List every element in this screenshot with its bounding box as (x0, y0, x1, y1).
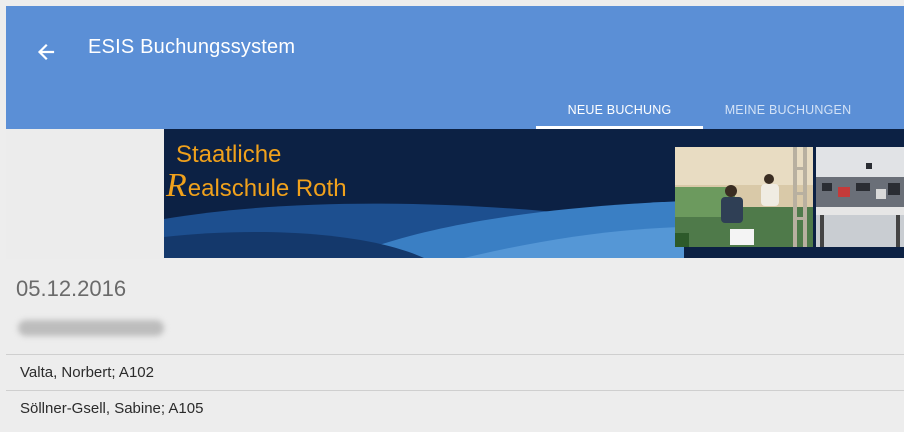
app-title: ESIS Buchungssystem (88, 36, 296, 58)
back-button[interactable] (28, 34, 64, 70)
lab-photo (816, 147, 904, 247)
school-name-rest: ealschule Roth (187, 175, 347, 202)
booking-date: 05.12.2016 (16, 276, 127, 301)
list-item[interactable]: Valta, Norbert; A102 (6, 354, 904, 390)
banner-margin (6, 129, 164, 259)
school-name-line1: Staatliche (176, 141, 282, 168)
school-name-line2: R ealschule Roth (166, 167, 347, 204)
school-banner: Staatliche R ealschule Roth (164, 129, 904, 258)
arrow-left-icon (37, 43, 55, 61)
tab-bar: NEUE BUCHUNG MEINE BUCHUNGEN (536, 90, 873, 129)
list-item[interactable]: Söllner-Gsell, Sabine; A105 (6, 390, 904, 426)
tab-meine-buchungen[interactable]: MEINE BUCHUNGEN (703, 90, 873, 129)
redacted-text (18, 320, 164, 336)
tab-neue-buchung[interactable]: NEUE BUCHUNG (536, 90, 703, 129)
classroom-photo (675, 147, 813, 247)
teacher-list: Valta, Norbert; A102 Söllner-Gsell, Sabi… (6, 354, 904, 426)
app-bar: ESIS Buchungssystem NEUE BUCHUNG MEINE B… (6, 6, 904, 129)
school-name-initial: R (166, 167, 187, 204)
